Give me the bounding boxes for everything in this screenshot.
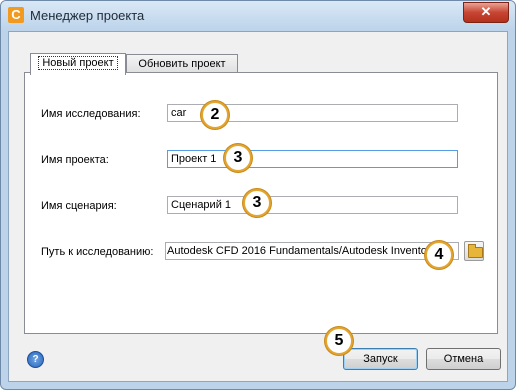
- tab-label: Обновить проект: [138, 58, 226, 70]
- scenario-name-field[interactable]: Сценарий 1: [167, 196, 458, 214]
- project-name-field[interactable]: Проект 1: [167, 150, 458, 168]
- callout-project-name: 3: [224, 144, 252, 172]
- help-icon[interactable]: ?: [27, 351, 44, 368]
- close-icon: ✕: [480, 4, 492, 19]
- study-path-field[interactable]: Autodesk CFD 2016 Fundamentals/Autodesk …: [165, 242, 459, 260]
- callout-launch: 5: [325, 327, 353, 355]
- callout-study-name: 2: [201, 101, 229, 129]
- tab-new-project[interactable]: Новый проект: [30, 53, 126, 75]
- callout-study-path: 4: [425, 241, 453, 269]
- cancel-button[interactable]: Отмена: [426, 348, 501, 370]
- title-bar: C Менеджер проекта ✕: [1, 1, 515, 31]
- project-name-label: Имя проекта:: [41, 154, 109, 166]
- study-path-label: Путь к исследованию:: [41, 246, 154, 258]
- scenario-name-label: Имя сценария:: [41, 200, 117, 212]
- study-name-label: Имя исследования:: [41, 108, 141, 120]
- app-logo-icon: C: [8, 7, 24, 23]
- launch-button[interactable]: Запуск: [343, 348, 418, 370]
- close-button[interactable]: ✕: [463, 2, 509, 23]
- browse-folder-button[interactable]: [464, 241, 484, 261]
- callout-scenario-name: 3: [243, 189, 271, 217]
- folder-icon: [468, 244, 483, 258]
- tab-update-project[interactable]: Обновить проект: [126, 54, 238, 74]
- tab-label: Новый проект: [38, 56, 118, 70]
- window-title: Менеджер проекта: [30, 8, 145, 23]
